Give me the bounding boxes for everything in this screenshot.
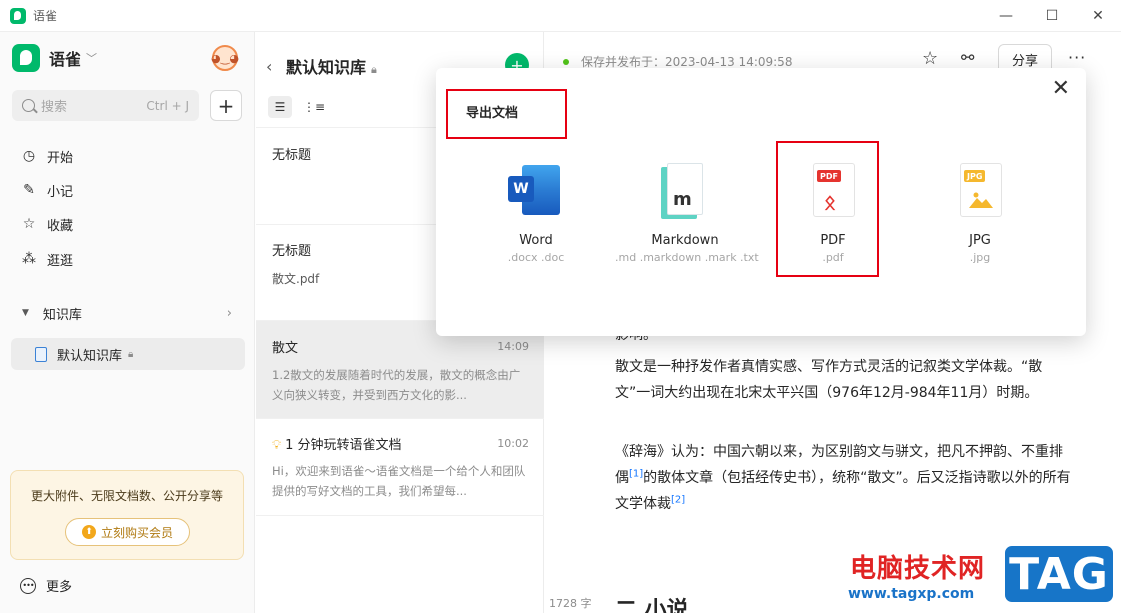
- title-bar: 语雀 — ☐ ✕: [0, 0, 1121, 32]
- more-circle-icon: •••: [20, 577, 36, 594]
- footnote-ref[interactable]: [1]: [629, 468, 643, 479]
- format-name: Word: [519, 233, 553, 248]
- lock-icon: 🔒︎: [128, 348, 134, 360]
- format-ext: .docx .doc: [507, 251, 565, 264]
- back-icon[interactable]: ‹: [266, 57, 272, 76]
- jpg-icon: JPG: [952, 163, 1008, 219]
- watermark-text: 电脑技术网: [850, 554, 986, 584]
- markdown-icon: m: [657, 163, 713, 219]
- add-button[interactable]: +: [210, 90, 242, 121]
- sidebar-item-label: 开始: [47, 150, 74, 166]
- sidebar-item-explore[interactable]: ⁂ 逛逛: [12, 244, 244, 274]
- feather-icon: ✎: [23, 182, 35, 198]
- doc-title-text: 1 分钟玩转语雀文档: [285, 438, 402, 453]
- knowledge-base-title-text: 默认知识库: [286, 58, 367, 77]
- doc-title: 无标题: [272, 244, 312, 259]
- paragraph: 《辞海》认为：中国六朝以来，为区别韵文与骈文，把凡不押韵、不重排偶[1]的散体文…: [615, 439, 1075, 517]
- format-name: JPG: [969, 233, 991, 248]
- buy-membership-label: 立刻购买会员: [100, 525, 173, 540]
- close-window-button[interactable]: ✕: [1075, 0, 1121, 32]
- watermark-url: www.tagxp.com: [848, 586, 975, 602]
- doc-time: 10:02: [497, 437, 529, 450]
- knowledge-base-title: 默认知识库 🔒︎: [286, 54, 377, 78]
- list-item[interactable]: 💡︎ 1 分钟玩转语雀文档 10:02 Hi，欢迎来到语雀～语雀文档是一个给个人和…: [256, 419, 544, 516]
- sidebar-item-default-kb[interactable]: 默认知识库 🔒︎: [11, 338, 245, 370]
- kb-item-label: 默认知识库: [57, 348, 123, 364]
- pdf-icon: PDF ᛟ: [805, 163, 861, 219]
- window-title: 语雀: [33, 9, 58, 23]
- lock-icon: 🔒︎: [371, 63, 377, 76]
- word-count: 1728 字: [549, 597, 592, 610]
- format-ext: .jpg: [969, 251, 991, 264]
- format-ext: .pdf: [822, 251, 844, 264]
- star-icon: ☆: [22, 216, 36, 232]
- clock-icon: ◷: [22, 148, 36, 164]
- doc-title: 💡︎ 1 分钟玩转语雀文档: [272, 434, 402, 453]
- sidebar-item-label: 收藏: [47, 218, 74, 234]
- search-shortcut: Ctrl + J: [146, 98, 189, 113]
- jpg-tag: JPG: [964, 170, 986, 182]
- search-placeholder: 搜索: [41, 100, 68, 115]
- minimize-button[interactable]: —: [983, 0, 1029, 32]
- lightbulb-icon: 💡︎: [272, 438, 282, 453]
- close-icon[interactable]: ✕: [1052, 76, 1070, 101]
- grid-icon: ⁂: [22, 251, 36, 267]
- watermark-badge: TAG: [1002, 543, 1116, 605]
- export-pdf-option[interactable]: PDF ᛟ PDF .pdf: [763, 163, 903, 264]
- paragraph: 散文是一种抒发作者真情实感、写作方式灵活的记叙类文学体裁。“散文”一词大约出现在…: [615, 359, 1043, 401]
- sidebar-item-label: 小记: [47, 184, 74, 200]
- export-jpg-option[interactable]: JPG JPG .jpg: [910, 163, 1050, 264]
- buy-membership-button[interactable]: ⬆ 立刻购买会员: [65, 518, 190, 546]
- export-dialog: ✕ 导出文档 W Word .docx .doc m Markdown .md …: [436, 68, 1086, 336]
- more-menu[interactable]: ••• 更多: [20, 576, 72, 595]
- knowledge-base-section-label: 知识库: [42, 307, 82, 323]
- format-ext: .md .markdown .mark .txt: [615, 251, 759, 264]
- list-view-icon[interactable]: ☰: [268, 96, 292, 118]
- chevron-down-icon: ﹀: [86, 52, 98, 65]
- paragraph-text: 的散体文章（包括经传史书），统称“散文”。后又泛指诗歌以外的所有文学体裁: [615, 470, 1071, 512]
- sidebar-item-favorites[interactable]: ☆ 收藏: [12, 209, 244, 239]
- sidebar-item-label: 逛逛: [47, 253, 74, 269]
- brand-switcher[interactable]: 语雀 ﹀: [12, 44, 97, 72]
- brand-name: 语雀: [49, 50, 82, 69]
- tree-view-icon[interactable]: ⋮≡: [302, 96, 326, 118]
- chevron-right-icon[interactable]: ›: [227, 306, 232, 321]
- dialog-title: 导出文档: [466, 106, 519, 121]
- favorite-star-icon[interactable]: ☆: [922, 48, 938, 69]
- pdf-tag: PDF: [817, 170, 841, 182]
- book-icon: [35, 346, 47, 362]
- sidebar-item-notes[interactable]: ✎ 小记: [12, 175, 244, 205]
- section-heading: 二 小说: [615, 598, 689, 613]
- doc-title: 无标题: [272, 148, 312, 163]
- format-name: PDF: [820, 233, 846, 248]
- maximize-button[interactable]: ☐: [1029, 0, 1075, 32]
- search-input[interactable]: 搜索 Ctrl + J: [12, 90, 199, 121]
- window-controls: — ☐ ✕: [983, 0, 1121, 32]
- upgrade-icon: ⬆: [81, 525, 96, 539]
- doc-title: 散文: [272, 341, 299, 356]
- sidebar-item-start[interactable]: ◷ 开始: [12, 141, 244, 171]
- footnote-ref[interactable]: [2]: [671, 494, 685, 505]
- app-logo-icon: [10, 7, 26, 24]
- more-options-icon[interactable]: ···: [1068, 48, 1086, 67]
- doc-excerpt: Hi，欢迎来到语雀～语雀文档是一个给个人和团队提供的写好文档的工具，我们希望每.…: [272, 464, 526, 498]
- promo-text: 更大附件、无限文档数、公开分享等: [30, 489, 223, 503]
- avatar[interactable]: ◕‿◕: [211, 45, 239, 71]
- doc-time: 14:09: [497, 340, 529, 353]
- brand-logo-icon: [12, 44, 40, 72]
- membership-promo: 更大附件、无限文档数、公开分享等 ⬆ 立刻购买会员: [10, 470, 244, 560]
- status-dot-icon: [563, 58, 569, 65]
- format-name: Markdown: [651, 233, 719, 248]
- doc-attachment: 散文.pdf: [272, 272, 320, 286]
- more-label: 更多: [46, 580, 73, 595]
- search-icon: [22, 99, 35, 112]
- sidebar: 语雀 ﹀ ◕‿◕ 搜索 Ctrl + J + ◷ 开始 ✎ 小记 ☆ 收藏 ⁂ …: [0, 32, 255, 613]
- word-icon: W: [508, 163, 564, 219]
- caret-down-icon: ▼: [22, 308, 29, 318]
- doc-excerpt: 1.2散文的发展随着时代的发展，散文的概念由广义向狭义转变，并受到西方文化的影.…: [272, 368, 521, 402]
- export-markdown-option[interactable]: m Markdown .md .markdown .mark .txt: [615, 163, 759, 264]
- knowledge-base-section[interactable]: ▼ 知识库 ›: [12, 298, 244, 328]
- export-word-option[interactable]: W Word .docx .doc: [466, 163, 606, 264]
- network-icon[interactable]: ⚯: [961, 48, 974, 67]
